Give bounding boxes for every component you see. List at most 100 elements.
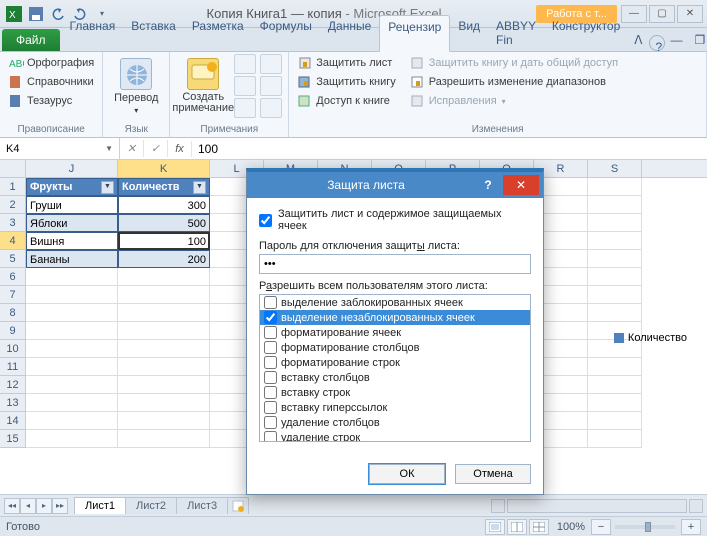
hscroll-left-icon[interactable]: [491, 499, 505, 513]
fx-icon[interactable]: fx: [168, 141, 192, 157]
cell[interactable]: [26, 304, 118, 322]
cell[interactable]: [118, 340, 210, 358]
cell[interactable]: [26, 340, 118, 358]
permission-checkbox[interactable]: [264, 431, 277, 442]
cell[interactable]: [118, 268, 210, 286]
cell[interactable]: [588, 430, 642, 448]
cell[interactable]: [118, 376, 210, 394]
permissions-listbox[interactable]: выделение заблокированных ячееквыделение…: [259, 294, 531, 442]
cell[interactable]: [26, 358, 118, 376]
protect-sheet-button[interactable]: Защитить лист: [295, 54, 398, 72]
help-icon[interactable]: ?: [649, 35, 665, 51]
cell[interactable]: [588, 394, 642, 412]
view-normal-icon[interactable]: [485, 519, 505, 535]
view-layout-icon[interactable]: [507, 519, 527, 535]
dialog-titlebar[interactable]: Защита листа ? ✕: [247, 172, 543, 198]
permission-item[interactable]: удаление строк: [260, 430, 530, 442]
view-pagebreak-icon[interactable]: [529, 519, 549, 535]
minimize-ribbon-icon[interactable]: ᐱ: [628, 29, 648, 51]
row-header[interactable]: 3: [0, 214, 26, 232]
cell[interactable]: [118, 358, 210, 376]
permission-checkbox[interactable]: [264, 311, 277, 324]
show-comment-button[interactable]: [260, 54, 282, 74]
cancel-button[interactable]: Отмена: [455, 464, 531, 484]
row-header[interactable]: 8: [0, 304, 26, 322]
save-icon[interactable]: [26, 4, 46, 24]
cell[interactable]: [26, 376, 118, 394]
permission-item[interactable]: форматирование ячеек: [260, 325, 530, 340]
protect-contents-input[interactable]: [259, 214, 272, 227]
ok-button[interactable]: ОК: [369, 464, 445, 484]
ribbon-tab[interactable]: Главная: [62, 15, 124, 51]
cell[interactable]: Количеств▼: [118, 178, 210, 196]
select-all-corner[interactable]: [0, 160, 26, 177]
row-header[interactable]: 2: [0, 196, 26, 214]
permission-checkbox[interactable]: [264, 386, 277, 399]
zoom-out-icon[interactable]: −: [591, 519, 611, 535]
zoom-slider[interactable]: [615, 525, 675, 529]
cell[interactable]: [118, 430, 210, 448]
cell[interactable]: [588, 412, 642, 430]
track-changes-button[interactable]: Исправления▾: [408, 92, 620, 110]
workbook-minimize-icon[interactable]: —: [665, 29, 689, 51]
permission-item[interactable]: вставку столбцов: [260, 370, 530, 385]
cell[interactable]: [588, 250, 642, 268]
cell[interactable]: [588, 214, 642, 232]
cell[interactable]: Яблоки: [26, 214, 118, 232]
cell[interactable]: [588, 358, 642, 376]
protect-workbook-button[interactable]: Защитить книгу: [295, 73, 398, 91]
filter-dropdown-icon[interactable]: ▼: [101, 181, 114, 194]
sheet-nav-first-icon[interactable]: ◂◂: [4, 498, 20, 514]
ribbon-tab[interactable]: ABBYY Fin: [488, 15, 544, 51]
permission-checkbox[interactable]: [264, 326, 277, 339]
cell[interactable]: [588, 286, 642, 304]
row-header[interactable]: 11: [0, 358, 26, 376]
cell[interactable]: [588, 376, 642, 394]
row-header[interactable]: 5: [0, 250, 26, 268]
hscroll-right-icon[interactable]: [689, 499, 703, 513]
translate-button[interactable]: Перевод▾: [109, 54, 163, 123]
permission-item[interactable]: выделение незаблокированных ячеек: [260, 310, 530, 325]
cell[interactable]: [588, 178, 642, 196]
cell[interactable]: [118, 412, 210, 430]
thesaurus-button[interactable]: Тезаурус: [6, 92, 96, 110]
cell[interactable]: [26, 268, 118, 286]
ribbon-tab[interactable]: Разметка: [184, 15, 252, 51]
password-input[interactable]: [259, 254, 531, 274]
protect-share-button[interactable]: Защитить книгу и дать общий доступ: [408, 54, 620, 72]
row-header[interactable]: 12: [0, 376, 26, 394]
cell[interactable]: [26, 430, 118, 448]
permission-checkbox[interactable]: [264, 296, 277, 309]
cell[interactable]: [26, 286, 118, 304]
ribbon-tab[interactable]: Вставка: [123, 15, 184, 51]
dialog-help-icon[interactable]: ?: [477, 178, 499, 192]
name-box[interactable]: K4 ▼: [0, 138, 120, 159]
formula-input[interactable]: [192, 142, 707, 156]
file-tab[interactable]: Файл: [2, 29, 60, 51]
maximize-button[interactable]: ▢: [649, 5, 675, 23]
cell[interactable]: Бананы: [26, 250, 118, 268]
sheet-nav-prev-icon[interactable]: ◂: [20, 498, 36, 514]
cell[interactable]: [118, 286, 210, 304]
share-workbook-button[interactable]: Доступ к книге: [295, 92, 398, 110]
permission-item[interactable]: форматирование строк: [260, 355, 530, 370]
row-header[interactable]: 10: [0, 340, 26, 358]
prev-comment-button[interactable]: [234, 76, 256, 96]
row-header[interactable]: 7: [0, 286, 26, 304]
ribbon-tab[interactable]: Формулы: [252, 15, 320, 51]
permission-item[interactable]: удаление столбцов: [260, 415, 530, 430]
row-header[interactable]: 14: [0, 412, 26, 430]
permission-checkbox[interactable]: [264, 341, 277, 354]
sheet-tab[interactable]: Лист1: [74, 497, 126, 514]
dialog-close-icon[interactable]: ✕: [503, 175, 539, 195]
column-header[interactable]: J: [26, 160, 118, 177]
cell[interactable]: 300: [118, 196, 210, 214]
sheet-nav-last-icon[interactable]: ▸▸: [52, 498, 68, 514]
workbook-restore-icon[interactable]: ❐: [689, 29, 707, 51]
cell[interactable]: [26, 412, 118, 430]
permission-item[interactable]: вставку гиперссылок: [260, 400, 530, 415]
zoom-in-icon[interactable]: +: [681, 519, 701, 535]
next-comment-button[interactable]: [234, 98, 256, 118]
cell[interactable]: 500: [118, 214, 210, 232]
name-box-dropdown-icon[interactable]: ▼: [105, 144, 113, 153]
